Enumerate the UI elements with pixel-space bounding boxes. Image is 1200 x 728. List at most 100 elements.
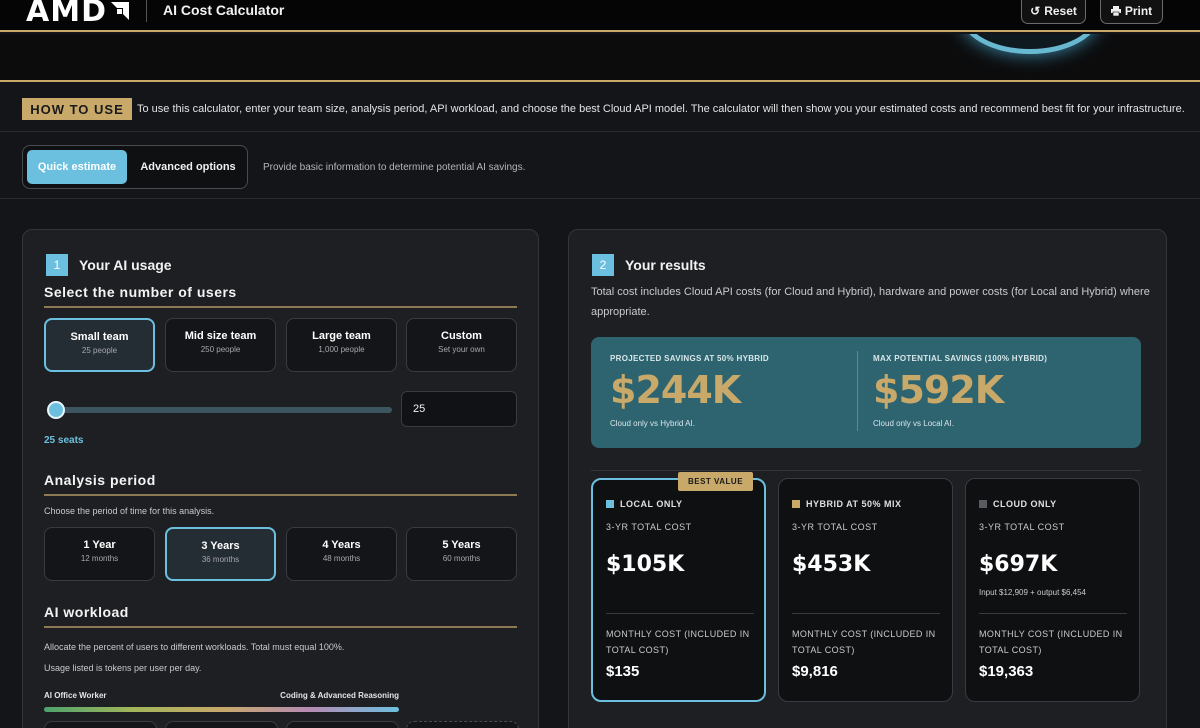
option-title: 3 Years xyxy=(201,540,240,552)
usage-panel: 1 Your AI usage Select the number of use… xyxy=(22,229,539,728)
card-name: HYBRID AT 50% MIX xyxy=(806,499,902,509)
seats-input[interactable] xyxy=(401,391,517,427)
period-option-5-years[interactable]: 5 Years 60 months xyxy=(406,527,517,581)
results-divider xyxy=(591,470,1141,471)
team-option-small[interactable]: Small team 25 people xyxy=(44,318,155,372)
card-total-cost: $453K xyxy=(792,552,871,577)
option-subtitle: 36 months xyxy=(201,555,240,564)
header-divider xyxy=(146,0,147,22)
advanced-options-tab[interactable]: Advanced options xyxy=(133,150,243,184)
monthly-cost-value: $135 xyxy=(606,663,640,680)
period-option-4-years[interactable]: 4 Years 48 months xyxy=(286,527,397,581)
reset-button[interactable]: ↺ Reset xyxy=(1021,0,1086,24)
workload-card[interactable] xyxy=(44,721,157,728)
option-subtitle: 1,000 people xyxy=(318,345,365,354)
reset-label: Reset xyxy=(1044,4,1077,18)
option-title: Mid size team xyxy=(184,330,257,342)
monthly-cost-value: $9,816 xyxy=(792,663,838,680)
workload-card[interactable] xyxy=(165,721,278,728)
hero-graphic xyxy=(960,34,1100,54)
monthly-cost-value: $19,363 xyxy=(979,663,1034,680)
quick-estimate-tab[interactable]: Quick estimate xyxy=(27,150,127,184)
top-header: AMD AI Cost Calculator ↺ Reset Print xyxy=(0,0,1200,32)
how-to-use-bar: HOW TO USE To use this calculator, enter… xyxy=(0,84,1200,132)
monthly-cost-label: MONTHLY COST (INCLUDED IN TOTAL COST) xyxy=(606,629,750,655)
team-option-large[interactable]: Large team 1,000 people xyxy=(286,318,397,372)
how-to-use-tag: HOW TO USE xyxy=(22,98,132,120)
option-subtitle: 25 people xyxy=(81,346,118,355)
option-title: 1 Year xyxy=(83,539,116,551)
card-header: HYBRID AT 50% MIX xyxy=(792,499,902,509)
team-option-custom[interactable]: Custom Set your own xyxy=(406,318,517,372)
users-section-title: Select the number of users xyxy=(44,284,237,300)
workload-left-label: AI Office Worker xyxy=(44,691,107,700)
section-divider xyxy=(44,306,517,308)
savings-note: Cloud only vs Hybrid AI. xyxy=(610,419,695,428)
option-subtitle: 250 people xyxy=(200,345,241,354)
result-card-cloud[interactable]: CLOUD ONLY 3-YR TOTAL COST $697K Input $… xyxy=(965,478,1140,702)
option-title: Large team xyxy=(312,330,371,342)
option-title: 5 Years xyxy=(442,539,481,551)
period-section-title: Analysis period xyxy=(44,472,156,488)
seats-slider-handle[interactable] xyxy=(47,401,65,419)
max-potential-savings: MAX POTENTIAL SAVINGS (100% HYBRID) $592… xyxy=(873,337,1123,448)
mode-toggle: Quick estimate Advanced options xyxy=(22,145,248,189)
workload-right-label: Coding & Advanced Reasoning xyxy=(280,691,399,700)
projected-savings: PROJECTED SAVINGS AT 50% HYBRID $244K Cl… xyxy=(610,337,855,448)
workload-card-add[interactable] xyxy=(406,721,519,728)
option-subtitle: 48 months xyxy=(322,554,361,563)
card-divider xyxy=(792,613,940,614)
workload-gradient-bar xyxy=(44,707,399,712)
input-output-breakdown: Input $12,909 + output $6,454 xyxy=(979,588,1086,597)
workload-section-title: AI workload xyxy=(44,604,129,620)
option-title: Small team xyxy=(70,331,129,343)
section-divider xyxy=(44,494,517,496)
result-card-hybrid[interactable]: HYBRID AT 50% MIX 3-YR TOTAL COST $453K … xyxy=(778,478,953,702)
results-panel: 2 Your results Total cost includes Cloud… xyxy=(568,229,1167,728)
refresh-icon: ↺ xyxy=(1030,4,1041,18)
card-divider xyxy=(606,613,754,614)
period-description: Choose the period of time for this analy… xyxy=(44,506,215,516)
card-header: LOCAL ONLY xyxy=(606,499,683,509)
amd-arrow-icon xyxy=(110,2,129,20)
result-card-local[interactable]: LOCAL ONLY 3-YR TOTAL COST $105K MONTHLY… xyxy=(591,478,766,702)
hero-banner xyxy=(0,34,1200,82)
team-option-mid[interactable]: Mid size team 250 people xyxy=(165,318,276,372)
card-header: CLOUD ONLY xyxy=(979,499,1057,509)
card-subtitle: 3-YR TOTAL COST xyxy=(792,522,878,532)
savings-divider xyxy=(857,351,858,431)
printer-icon xyxy=(1110,6,1121,16)
app-title: AI Cost Calculator xyxy=(163,2,285,18)
results-description: Total cost includes Cloud API costs (for… xyxy=(591,286,1150,318)
option-subtitle: 60 months xyxy=(442,554,481,563)
savings-label: MAX POTENTIAL SAVINGS (100% HYBRID) xyxy=(873,354,1048,363)
section-divider xyxy=(44,626,517,628)
period-option-1-year[interactable]: 1 Year 12 months xyxy=(44,527,155,581)
card-total-cost: $105K xyxy=(606,552,685,577)
savings-summary: PROJECTED SAVINGS AT 50% HYBRID $244K Cl… xyxy=(591,337,1141,448)
savings-value: $592K xyxy=(873,368,1004,412)
step-badge: 1 xyxy=(46,254,68,276)
workload-usage-note: Usage listed is tokens per user per day. xyxy=(44,663,202,673)
seats-label: 25 seats xyxy=(44,435,84,446)
print-button[interactable]: Print xyxy=(1100,0,1163,24)
option-subtitle: 12 months xyxy=(80,554,119,563)
option-title: 4 Years xyxy=(322,539,361,551)
how-to-use-text: To use this calculator, enter your team … xyxy=(137,103,1185,115)
results-title: Your results xyxy=(625,257,706,273)
workload-description: Allocate the percent of users to differe… xyxy=(44,642,345,652)
card-name: LOCAL ONLY xyxy=(620,499,683,509)
card-subtitle: 3-YR TOTAL COST xyxy=(979,522,1065,532)
savings-label: PROJECTED SAVINGS AT 50% HYBRID xyxy=(610,354,769,363)
legend-square-icon xyxy=(792,500,800,508)
logo-text: AMD xyxy=(26,0,107,29)
monthly-cost-label: MONTHLY COST (INCLUDED IN TOTAL COST) xyxy=(979,629,1123,655)
seats-slider-track[interactable] xyxy=(56,407,392,413)
step-badge: 2 xyxy=(592,254,614,276)
period-option-3-years[interactable]: 3 Years 36 months xyxy=(165,527,276,581)
card-subtitle: 3-YR TOTAL COST xyxy=(606,522,692,532)
usage-title: Your AI usage xyxy=(79,257,172,273)
workload-card[interactable] xyxy=(286,721,399,728)
option-title: Custom xyxy=(441,330,482,342)
amd-logo: AMD xyxy=(26,0,129,29)
